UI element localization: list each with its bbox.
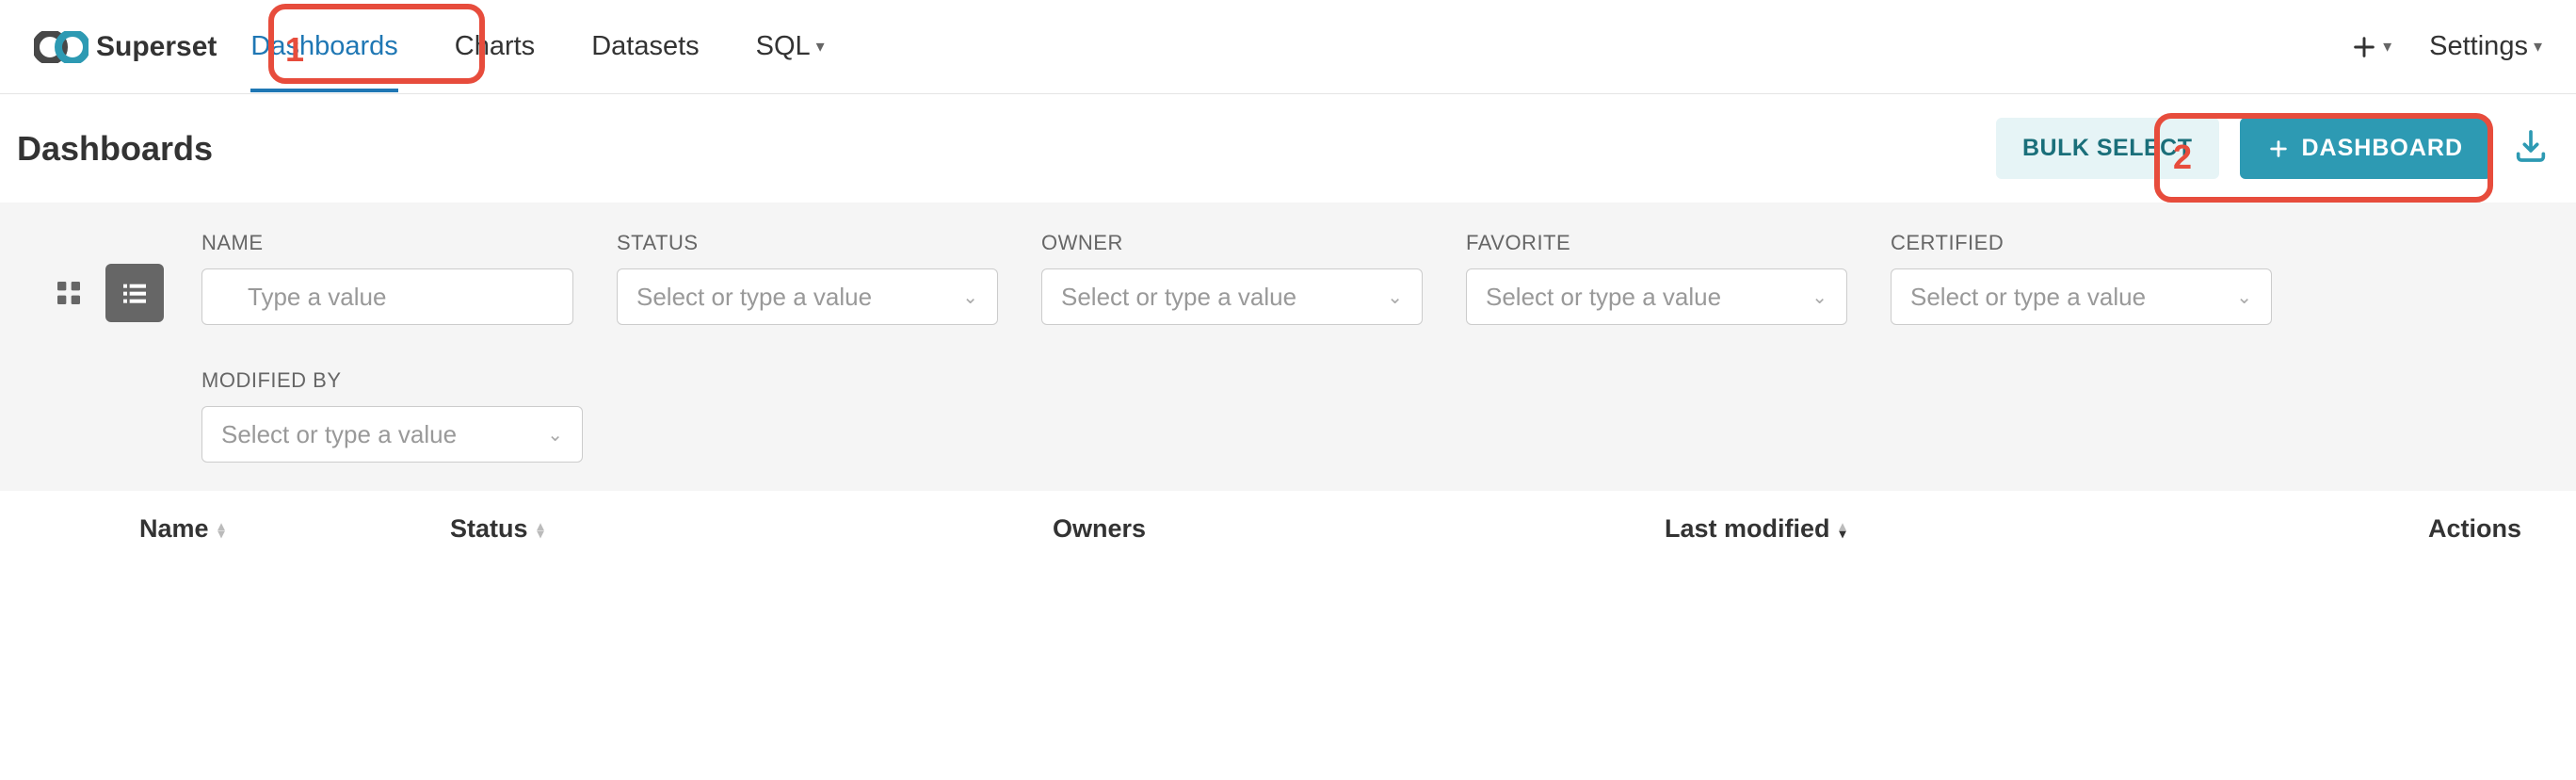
bulk-select-button[interactable]: BULK SELECT [1996, 118, 2219, 179]
th-status[interactable]: Status ▴▾ [450, 514, 1053, 544]
brand-name: Superset [96, 31, 217, 63]
filter-favorite-select[interactable]: Select or type a value ⌄ [1466, 268, 1847, 325]
top-navbar: Superset Dashboards Charts Datasets SQL … [0, 0, 2576, 94]
list-icon [120, 278, 150, 308]
th-owners: Owners [1053, 514, 1665, 544]
filter-modified-by-placeholder: Select or type a value [221, 420, 457, 449]
nav-charts-label: Charts [455, 31, 535, 62]
filter-owner: OWNER Select or type a value ⌄ [1041, 231, 1423, 325]
navbar-right: ▾ Settings ▾ [2351, 31, 2542, 62]
filters-panel: NAME STATUS Select or type a value ⌄ OWN… [0, 203, 2576, 491]
chevron-down-icon: ⌄ [1811, 285, 1827, 309]
filter-favorite-placeholder: Select or type a value [1486, 283, 1721, 312]
logo-icon [34, 31, 89, 63]
sort-icon: ▴▾ [538, 522, 544, 537]
filter-owner-placeholder: Select or type a value [1061, 283, 1296, 312]
new-dashboard-button[interactable]: DASHBOARD [2240, 118, 2492, 179]
filter-status-placeholder: Select or type a value [636, 283, 872, 312]
settings-menu[interactable]: Settings ▾ [2429, 31, 2542, 62]
filter-status-label: STATUS [617, 231, 998, 255]
filter-name-input[interactable] [201, 268, 573, 325]
chevron-down-icon: ⌄ [962, 285, 978, 309]
nav-dashboards[interactable]: Dashboards [250, 31, 397, 92]
th-name-label: Name [139, 514, 209, 544]
table-header-row: Name ▴▾ Status ▴▾ Owners Last modified ▴… [26, 491, 2550, 567]
plus-icon [2268, 138, 2289, 159]
filter-status: STATUS Select or type a value ⌄ [617, 231, 998, 325]
filter-owner-label: OWNER [1041, 231, 1423, 255]
th-status-label: Status [450, 514, 528, 544]
list-view-button[interactable] [105, 264, 164, 322]
nav-dashboards-label: Dashboards [250, 31, 397, 62]
th-last-modified[interactable]: Last modified ▴▾ [1665, 514, 2267, 544]
nav-datasets-label: Datasets [591, 31, 699, 62]
filter-owner-select[interactable]: Select or type a value ⌄ [1041, 268, 1423, 325]
import-icon[interactable] [2512, 127, 2550, 170]
nav-datasets[interactable]: Datasets [591, 31, 699, 62]
th-actions-label: Actions [2428, 514, 2521, 544]
new-menu-button[interactable]: ▾ [2351, 34, 2391, 60]
nav-links: Dashboards Charts Datasets SQL ▾ [250, 31, 824, 62]
filter-certified-select[interactable]: Select or type a value ⌄ [1891, 268, 2272, 325]
caret-down-icon: ▾ [816, 37, 825, 57]
nav-sql[interactable]: SQL ▾ [756, 31, 825, 62]
card-view-button[interactable] [40, 264, 98, 322]
th-actions: Actions [2267, 514, 2521, 544]
filter-favorite-label: FAVORITE [1466, 231, 1847, 255]
sort-icon: ▴▾ [218, 522, 225, 537]
th-last-modified-label: Last modified [1665, 514, 1830, 544]
nav-charts[interactable]: Charts [455, 31, 535, 62]
plus-icon [2351, 34, 2377, 60]
view-toggle [40, 264, 164, 322]
filter-modified-by-label: MODIFIED BY [201, 368, 583, 393]
filter-favorite: FAVORITE Select or type a value ⌄ [1466, 231, 1847, 325]
navbar-left: Superset Dashboards Charts Datasets SQL … [34, 31, 825, 63]
filter-fields: NAME STATUS Select or type a value ⌄ OWN… [201, 231, 2548, 463]
page-actions: BULK SELECT DASHBOARD [1996, 118, 2550, 179]
results-table: Name ▴▾ Status ▴▾ Owners Last modified ▴… [26, 491, 2550, 567]
filter-name: NAME [201, 231, 573, 325]
chevron-down-icon: ⌄ [1387, 285, 1403, 309]
filter-certified: CERTIFIED Select or type a value ⌄ [1891, 231, 2272, 325]
chevron-down-icon: ⌄ [547, 423, 563, 447]
filter-modified-by-select[interactable]: Select or type a value ⌄ [201, 406, 583, 463]
sort-icon: ▴▾ [1840, 522, 1846, 537]
caret-down-icon: ▾ [2534, 37, 2542, 57]
nav-sql-label: SQL [756, 31, 811, 62]
filter-status-select[interactable]: Select or type a value ⌄ [617, 268, 998, 325]
filter-modified-by: MODIFIED BY Select or type a value ⌄ [201, 368, 583, 463]
page-header: Dashboards BULK SELECT DASHBOARD [0, 94, 2576, 203]
filter-name-label: NAME [201, 231, 573, 255]
caret-down-icon: ▾ [2383, 37, 2391, 57]
settings-label: Settings [2429, 31, 2528, 62]
filter-certified-placeholder: Select or type a value [1910, 283, 2146, 312]
th-owners-label: Owners [1053, 514, 1146, 544]
new-dashboard-label: DASHBOARD [2302, 135, 2464, 162]
filter-certified-label: CERTIFIED [1891, 231, 2272, 255]
chevron-down-icon: ⌄ [2236, 285, 2252, 309]
page-title: Dashboards [17, 129, 213, 169]
th-name[interactable]: Name ▴▾ [139, 514, 450, 544]
brand-logo[interactable]: Superset [34, 31, 217, 63]
grid-icon [54, 278, 84, 308]
